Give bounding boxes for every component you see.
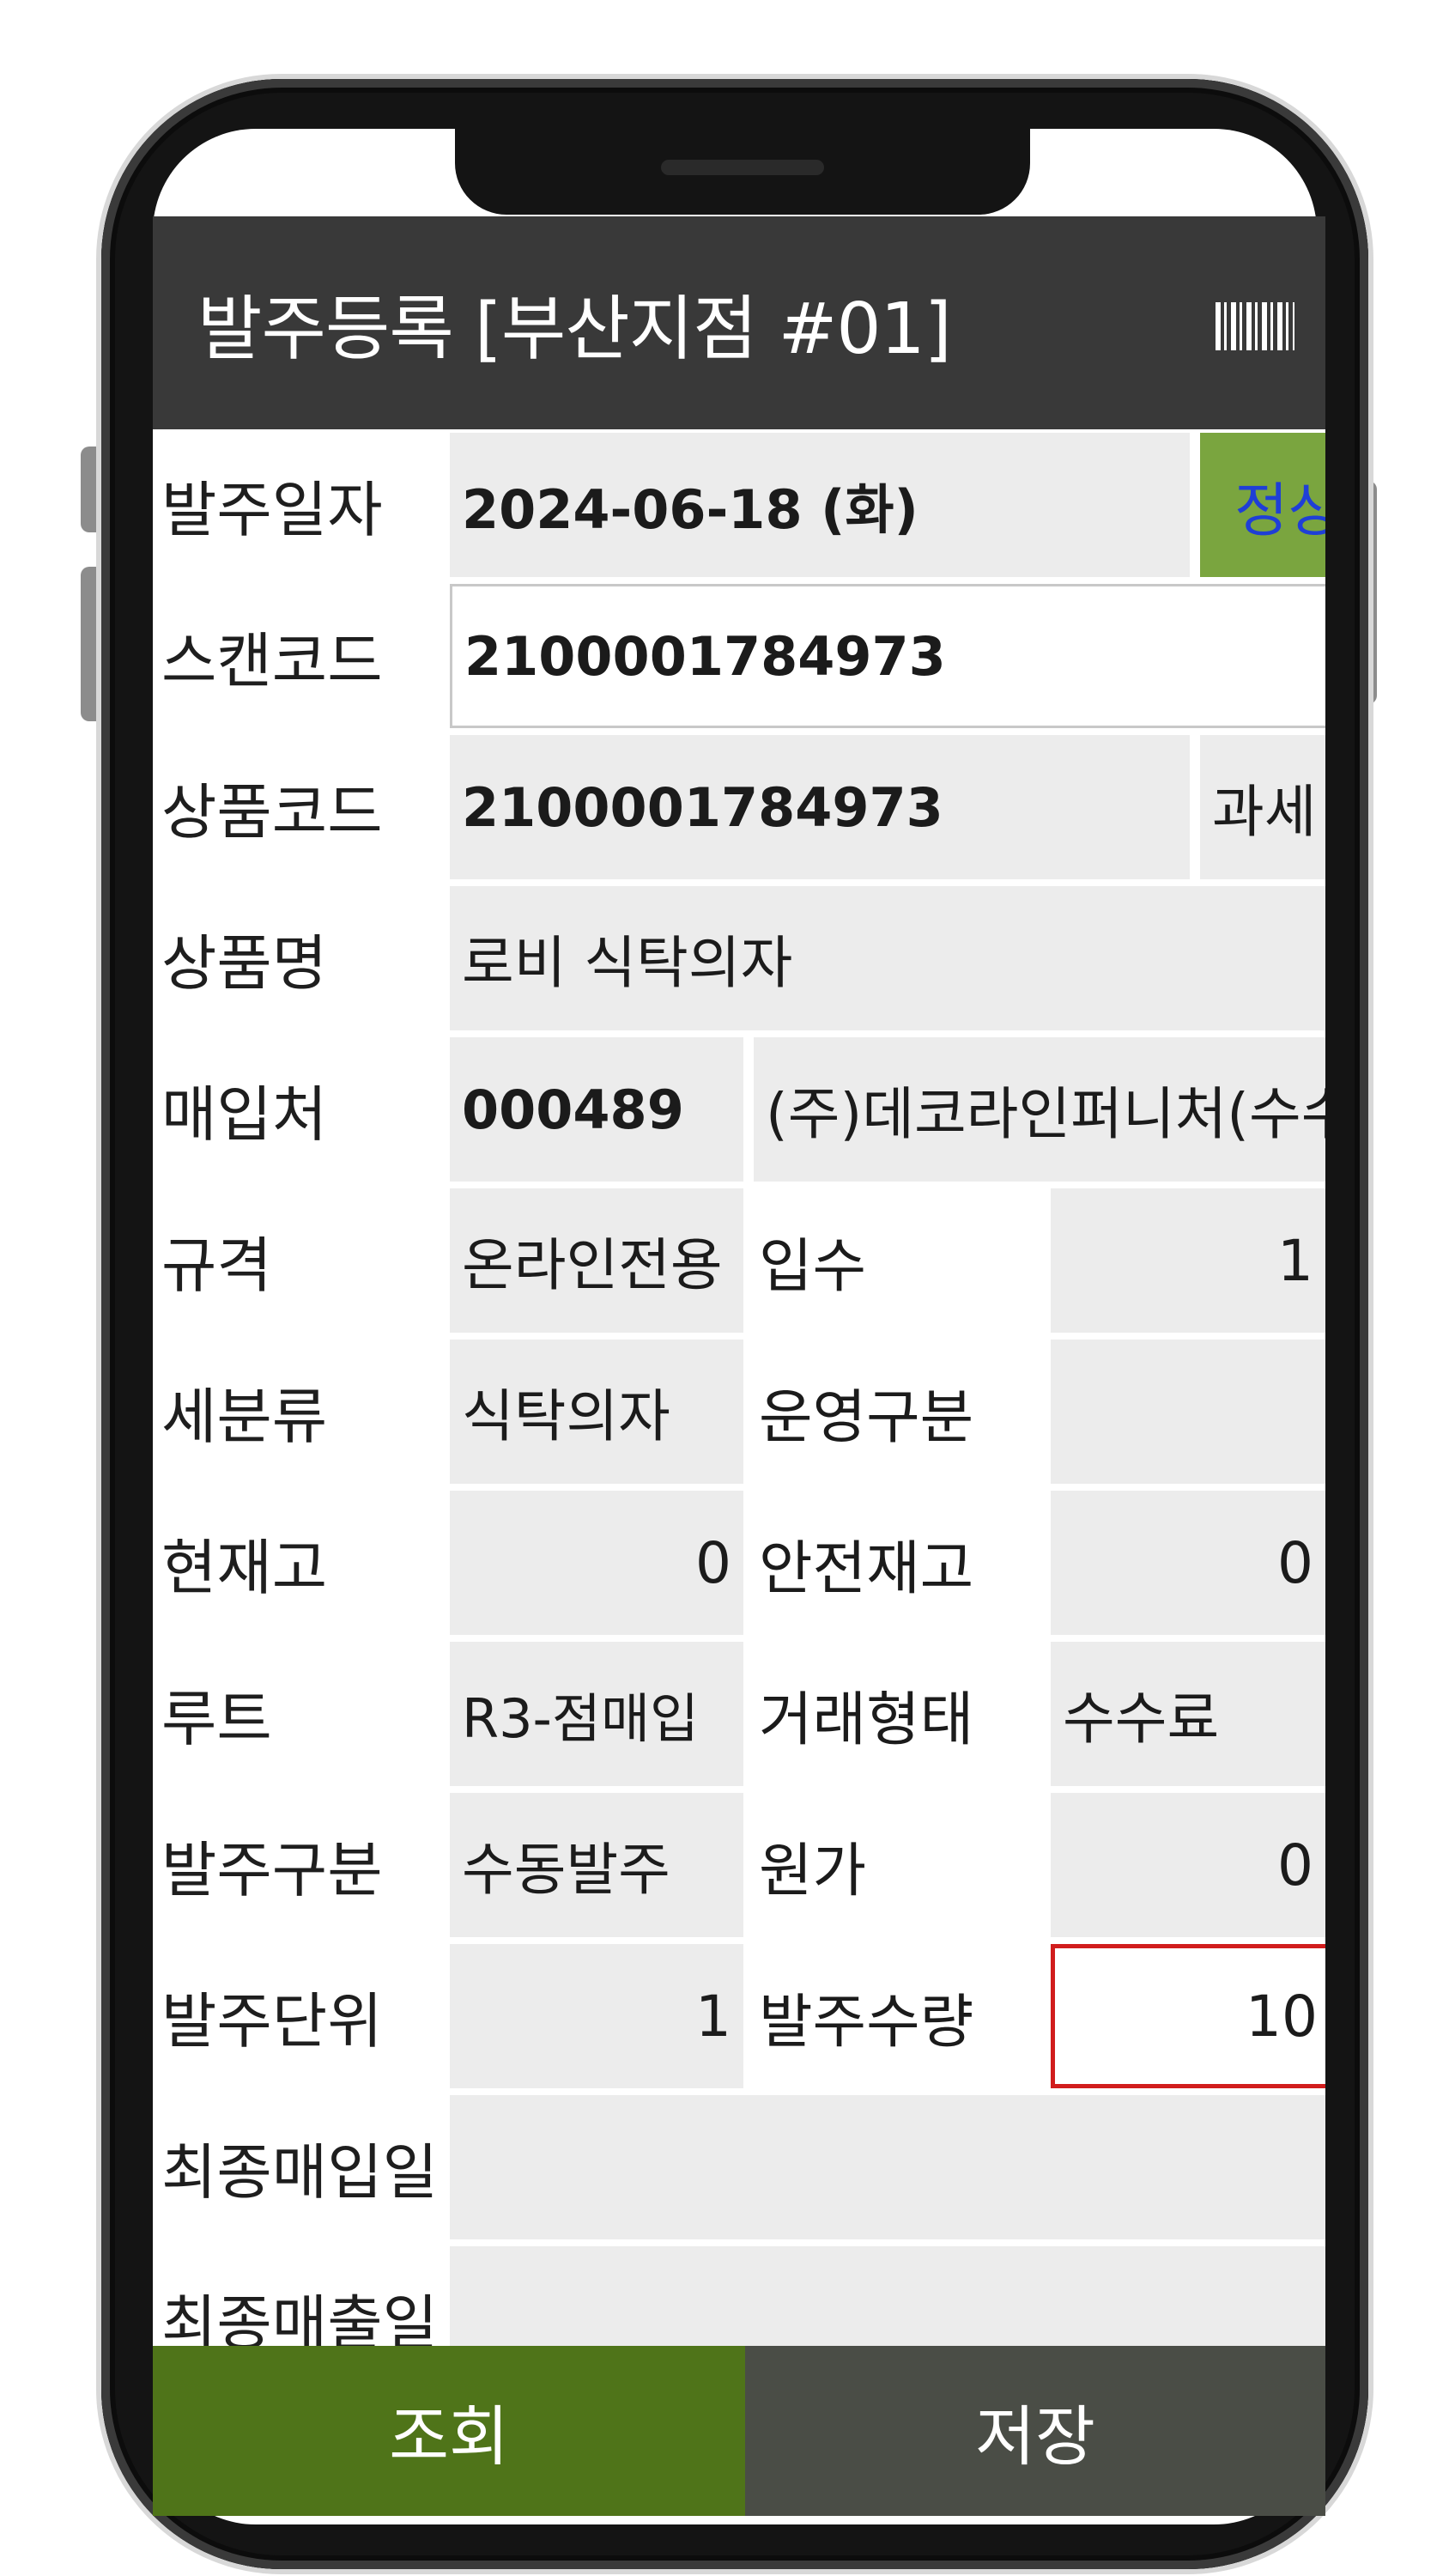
row-spec: 규격 온라인전용 입수 1 xyxy=(153,1185,1325,1336)
search-button[interactable]: 조회 xyxy=(153,2346,745,2516)
safety-stock-value: 0 xyxy=(1051,1491,1325,1635)
order-type-value: 수동발주 xyxy=(450,1793,743,1937)
product-code-label: 상품코드 xyxy=(161,776,383,848)
row-scan-code: 스캔코드 2100001784973 xyxy=(153,580,1325,732)
row-last-purchase: 최종매입일 xyxy=(153,2092,1325,2243)
row-order-unit: 발주단위 1 발주수량 10 xyxy=(153,1941,1325,2092)
product-name-value: 로비 식탁의자 xyxy=(450,886,1325,1030)
order-date-label: 발주일자 xyxy=(161,474,383,545)
operation-type-label: 운영구분 xyxy=(759,1383,974,1452)
app-bar: 발주등록 [부산지점 #01] xyxy=(153,216,1325,429)
order-unit-value: 1 xyxy=(450,1944,743,2088)
order-date-value[interactable]: 2024-06-18 (화) xyxy=(450,433,1190,577)
barcode-icon[interactable] xyxy=(1216,302,1294,350)
route-value: R3-점매입 xyxy=(450,1642,743,1786)
operation-type-value xyxy=(1051,1340,1325,1484)
row-stock: 현재고 0 안전재고 0 xyxy=(153,1487,1325,1638)
safety-stock-label: 안전재고 xyxy=(759,1534,974,1603)
cost-label: 원가 xyxy=(759,1837,867,1905)
save-button[interactable]: 저장 xyxy=(745,2346,1325,2516)
page-title: 발주등록 [부산지점 #01] xyxy=(197,289,952,370)
row-subcategory: 세분류 식탁의자 운영구분 xyxy=(153,1336,1325,1487)
product-name-label: 상품명 xyxy=(161,927,328,999)
stock-value: 0 xyxy=(450,1491,743,1635)
order-unit-label: 발주단위 xyxy=(161,1985,383,2057)
speaker-grille xyxy=(661,160,824,175)
last-purchase-label: 최종매입일 xyxy=(161,2136,438,2208)
units-value: 1 xyxy=(1051,1188,1325,1333)
order-type-label: 발주구분 xyxy=(161,1834,383,1905)
product-code-value: 2100001784973 xyxy=(450,735,1190,879)
row-route: 루트 R3-점매입 거래형태 수수료 xyxy=(153,1638,1325,1789)
row-last-sale: 최종매출일 xyxy=(153,2243,1325,2346)
row-product-name: 상품명 로비 식탁의자 xyxy=(153,883,1325,1034)
row-order-type: 발주구분 수동발주 원가 0 xyxy=(153,1789,1325,1941)
order-qty-input[interactable]: 10 xyxy=(1051,1944,1325,2088)
last-sale-label: 최종매출일 xyxy=(161,2287,438,2347)
subcategory-value: 식탁의자 xyxy=(450,1340,743,1484)
last-purchase-value xyxy=(450,2095,1325,2239)
row-product-code: 상품코드 2100001784973 과세 xyxy=(153,732,1325,883)
supplier-name-value: (주)데코라인퍼니처(수수 xyxy=(754,1037,1325,1182)
order-qty-label: 발주수량 xyxy=(759,1988,974,2057)
trade-type-label: 거래형태 xyxy=(759,1686,974,1754)
row-supplier: 매입처 000489 (주)데코라인퍼니처(수수 xyxy=(153,1034,1325,1185)
spec-value: 온라인전용 xyxy=(450,1188,743,1333)
route-label: 루트 xyxy=(161,1683,272,1754)
order-form: 발주일자 2024-06-18 (화) 정상발주 스캔코드 2100001784… xyxy=(153,429,1325,2346)
scan-code-label: 스캔코드 xyxy=(161,625,383,696)
subcategory-label: 세분류 xyxy=(161,1381,328,1452)
supplier-label: 매입처 xyxy=(161,1078,328,1150)
spec-label: 규격 xyxy=(161,1230,272,1301)
row-order-date: 발주일자 2024-06-18 (화) 정상발주 xyxy=(153,429,1325,580)
supplier-code-value: 000489 xyxy=(450,1037,743,1182)
order-type-badge[interactable]: 정상발주 xyxy=(1200,433,1325,577)
stock-label: 현재고 xyxy=(161,1532,328,1603)
units-label: 입수 xyxy=(759,1232,867,1301)
cost-value: 0 xyxy=(1051,1793,1325,1937)
scan-code-input[interactable]: 2100001784973 xyxy=(450,584,1325,728)
tax-type-value: 과세 xyxy=(1200,735,1325,879)
trade-type-value: 수수료 xyxy=(1051,1642,1325,1786)
phone-notch xyxy=(455,129,1030,215)
last-sale-value xyxy=(450,2246,1325,2346)
